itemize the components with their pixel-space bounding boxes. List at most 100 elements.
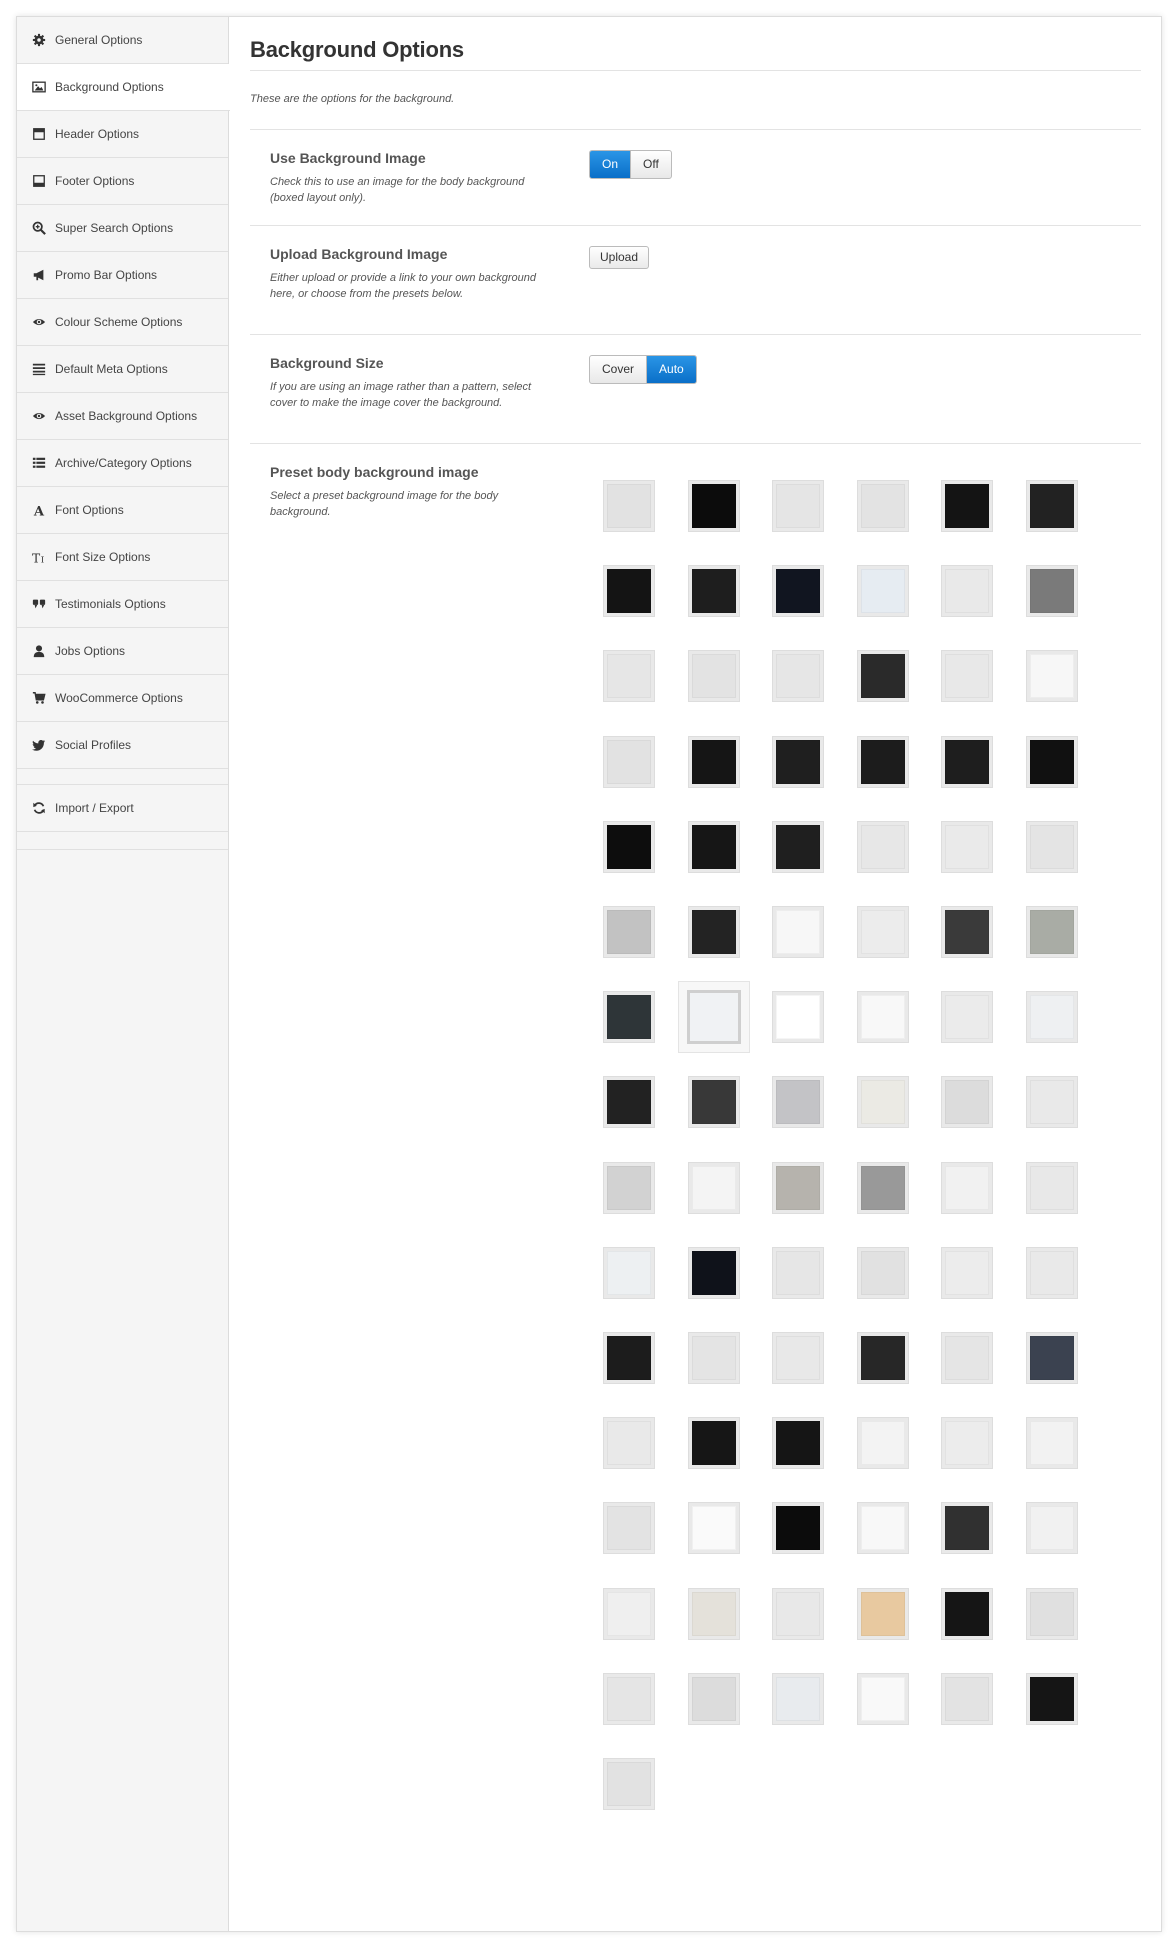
preset-swatch[interactable] — [603, 735, 655, 788]
sidebar-item-super-search-options[interactable]: Super Search Options — [17, 205, 228, 252]
preset-swatch[interactable] — [1025, 1502, 1078, 1555]
preset-swatch[interactable] — [772, 1332, 824, 1384]
preset-swatch[interactable] — [941, 820, 993, 873]
preset-swatch[interactable] — [687, 906, 740, 958]
preset-swatch[interactable] — [603, 1161, 655, 1214]
preset-swatch[interactable] — [687, 1672, 740, 1725]
preset-swatch[interactable] — [941, 565, 993, 618]
preset-swatch[interactable] — [941, 1076, 993, 1129]
preset-swatch[interactable] — [772, 650, 824, 703]
preset-swatch[interactable] — [772, 1161, 824, 1214]
preset-swatch[interactable] — [687, 1417, 740, 1470]
preset-swatch[interactable] — [1025, 1672, 1078, 1725]
preset-swatch[interactable] — [687, 1076, 740, 1129]
preset-swatch[interactable] — [941, 1417, 993, 1470]
preset-swatch[interactable] — [941, 991, 993, 1044]
preset-swatch[interactable] — [1025, 820, 1078, 873]
preset-swatch[interactable] — [603, 1076, 655, 1129]
preset-swatch[interactable] — [941, 735, 993, 788]
preset-swatch[interactable] — [603, 650, 655, 703]
preset-swatch[interactable] — [1025, 1587, 1078, 1640]
preset-swatch[interactable] — [687, 650, 740, 703]
preset-swatch[interactable] — [687, 1246, 740, 1299]
preset-swatch[interactable] — [941, 1502, 993, 1555]
preset-swatch[interactable] — [856, 1417, 909, 1470]
preset-swatch[interactable] — [603, 1758, 655, 1810]
preset-swatch[interactable] — [856, 820, 909, 873]
preset-swatch[interactable] — [772, 991, 824, 1044]
preset-swatch[interactable] — [687, 1161, 740, 1214]
sidebar-item-header-options[interactable]: Header Options — [17, 111, 228, 158]
sidebar-item-testimonials-options[interactable]: Testimonials Options — [17, 581, 228, 628]
preset-swatch[interactable] — [603, 1502, 655, 1555]
preset-swatch[interactable] — [772, 1502, 824, 1555]
preset-swatch[interactable] — [856, 1076, 909, 1129]
preset-swatch[interactable] — [687, 1332, 740, 1384]
preset-swatch[interactable] — [772, 1076, 824, 1129]
preset-swatch[interactable] — [772, 1672, 824, 1725]
preset-swatch[interactable] — [603, 1587, 655, 1640]
sidebar-item-promo-bar-options[interactable]: Promo Bar Options — [17, 252, 228, 299]
sidebar-item-archive-category-options[interactable]: Archive/Category Options — [17, 440, 228, 487]
preset-swatch[interactable] — [772, 480, 824, 532]
preset-swatch[interactable] — [772, 565, 824, 618]
preset-swatch[interactable] — [856, 906, 909, 958]
preset-swatch[interactable] — [687, 820, 740, 873]
preset-swatch-selected[interactable] — [677, 981, 750, 1054]
sidebar-item-colour-scheme-options[interactable]: Colour Scheme Options — [17, 299, 228, 346]
sidebar-item-general-options[interactable]: General Options — [17, 17, 228, 64]
sidebar-item-social-profiles[interactable]: Social Profiles — [17, 722, 228, 769]
sidebar-item-font-options[interactable]: A Font Options — [17, 487, 228, 534]
preset-swatch[interactable] — [856, 991, 909, 1044]
preset-swatch[interactable] — [1025, 991, 1078, 1044]
sidebar-item-default-meta-options[interactable]: Default Meta Options — [17, 346, 228, 393]
preset-swatch[interactable] — [941, 1672, 993, 1725]
preset-swatch[interactable] — [1025, 1161, 1078, 1214]
auto-button[interactable]: Auto — [646, 356, 696, 383]
preset-swatch[interactable] — [603, 1246, 655, 1299]
preset-swatch[interactable] — [687, 1502, 740, 1555]
preset-swatch[interactable] — [856, 1672, 909, 1725]
preset-swatch[interactable] — [772, 735, 824, 788]
preset-swatch[interactable] — [603, 991, 655, 1044]
preset-swatch[interactable] — [1025, 1417, 1078, 1470]
preset-swatch[interactable] — [1025, 906, 1078, 958]
sidebar-item-woocommerce-options[interactable]: WooCommerce Options — [17, 675, 228, 722]
preset-swatch[interactable] — [772, 820, 824, 873]
preset-swatch[interactable] — [1025, 1332, 1078, 1384]
preset-swatch[interactable] — [772, 1417, 824, 1470]
preset-swatch[interactable] — [856, 1246, 909, 1299]
preset-swatch[interactable] — [856, 1332, 909, 1384]
preset-swatch[interactable] — [603, 480, 655, 532]
preset-swatch[interactable] — [856, 1587, 909, 1640]
preset-swatch[interactable] — [1025, 1076, 1078, 1129]
preset-swatch[interactable] — [856, 1161, 909, 1214]
off-button[interactable]: Off — [630, 151, 671, 178]
preset-swatch[interactable] — [687, 480, 740, 532]
preset-swatch[interactable] — [603, 1332, 655, 1384]
upload-button[interactable]: Upload — [589, 246, 650, 269]
preset-swatch[interactable] — [772, 906, 824, 958]
sidebar-item-font-size-options[interactable]: T I Font Size Options — [17, 534, 228, 581]
preset-swatch[interactable] — [856, 650, 909, 703]
preset-swatch[interactable] — [603, 820, 655, 873]
sidebar-item-import-export[interactable]: Import / Export — [17, 785, 228, 832]
preset-swatch[interactable] — [603, 906, 655, 958]
sidebar-item-footer-options[interactable]: Footer Options — [17, 158, 228, 205]
preset-swatch[interactable] — [1025, 1246, 1078, 1299]
preset-swatch[interactable] — [603, 565, 655, 618]
preset-swatch[interactable] — [603, 1417, 655, 1470]
preset-swatch[interactable] — [772, 1587, 824, 1640]
preset-swatch[interactable] — [1025, 650, 1078, 703]
sidebar-item-background-options[interactable]: Background Options — [17, 64, 230, 111]
preset-swatch[interactable] — [856, 565, 909, 618]
preset-swatch[interactable] — [1025, 735, 1078, 788]
preset-swatch[interactable] — [1025, 480, 1078, 532]
preset-swatch[interactable] — [941, 1161, 993, 1214]
preset-swatch[interactable] — [687, 735, 740, 788]
on-button[interactable]: On — [590, 151, 631, 178]
sidebar-item-jobs-options[interactable]: Jobs Options — [17, 628, 228, 675]
preset-swatch[interactable] — [941, 1246, 993, 1299]
preset-swatch[interactable] — [941, 906, 993, 958]
preset-swatch[interactable] — [1025, 565, 1078, 618]
